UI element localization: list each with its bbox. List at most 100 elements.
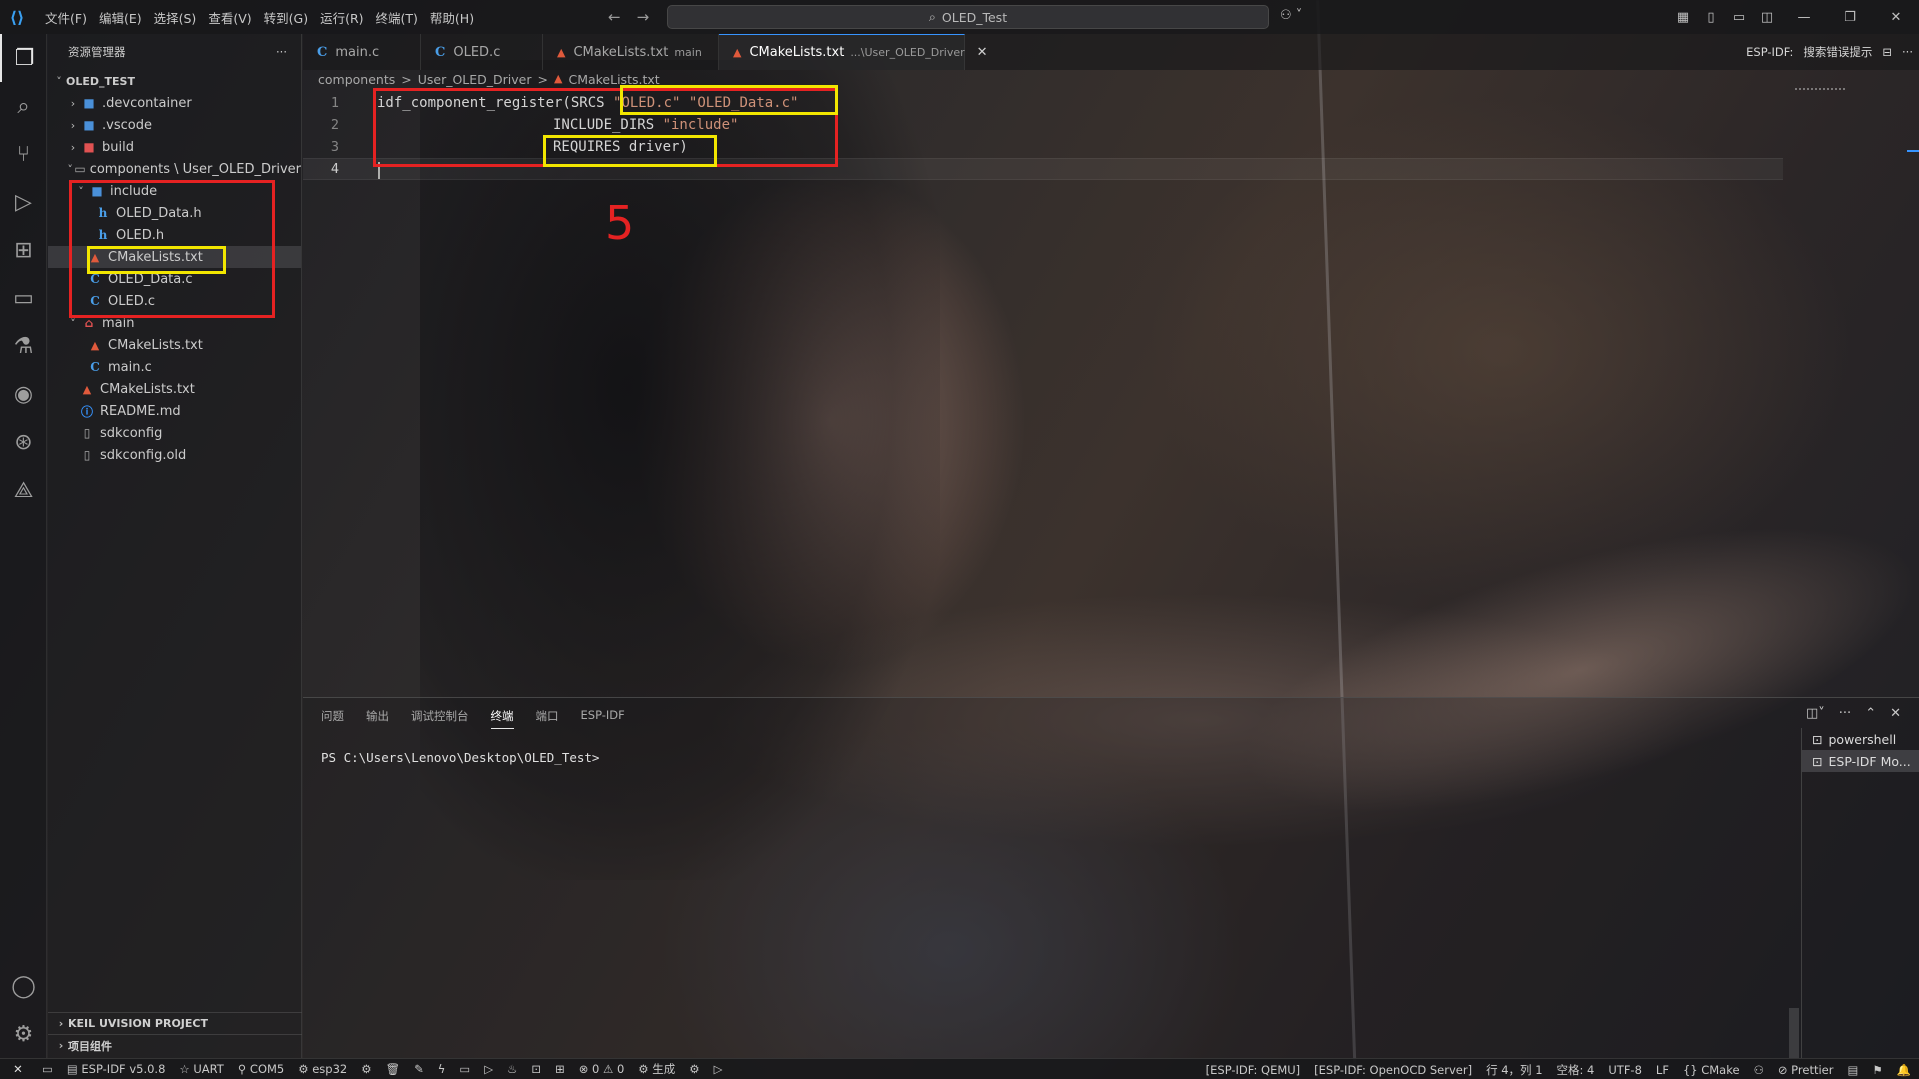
menu-view[interactable]: 查看(V) [203, 4, 256, 31]
explorer-icon[interactable]: ❐ [0, 34, 47, 82]
terminal-item-esp-idf[interactable]: ⊡ ESP-IDF Mo... [1802, 750, 1919, 772]
monitor-icon[interactable]: ▭ [459, 1062, 470, 1076]
run-icon[interactable]: ▷ [714, 1062, 723, 1076]
platformio-icon[interactable]: ◉ [0, 370, 47, 418]
toggle-sidebar-icon[interactable]: ▯ [1697, 10, 1725, 25]
tree-item-build[interactable]: › ■ build [48, 136, 301, 158]
accounts-status-icon[interactable]: ⚑ [1872, 1063, 1882, 1077]
status-esp-idf-version[interactable]: ▤ ESP-IDF v5.0.8 [67, 1062, 166, 1076]
section-keil-uvision[interactable]: › KEIL UVISION PROJECT [48, 1012, 302, 1034]
copilot-icon[interactable]: ⚇ ˅ [1280, 8, 1302, 23]
toggle-secondary-sidebar-icon[interactable]: ◫ [1753, 10, 1781, 25]
tree-item-cmakelists-root[interactable]: ▲ CMakeLists.txt [48, 378, 301, 400]
feedback-icon[interactable]: ▤ [1847, 1063, 1858, 1077]
status-uart[interactable]: ☆ UART [179, 1062, 223, 1076]
search-error-hint-button[interactable]: 搜索错误提示 [1803, 44, 1872, 60]
menu-selection[interactable]: 选择(S) [149, 4, 202, 31]
menu-file[interactable]: 文件(F) [40, 4, 92, 31]
tree-item-cmakelists-main[interactable]: ▲ CMakeLists.txt [48, 334, 301, 356]
remote-indicator-icon[interactable]: ✕ [0, 1059, 36, 1079]
more-actions-icon[interactable]: ··· [1839, 706, 1851, 721]
flame-icon[interactable]: ♨ [507, 1062, 517, 1076]
terminal-prompt[interactable]: PS C:\Users\Lenovo\Desktop\OLED_Test> [321, 750, 599, 765]
search-view-icon[interactable]: ⌕ [0, 82, 47, 130]
menu-run[interactable]: 运行(R) [315, 4, 368, 31]
breadcrumb-item[interactable]: components [318, 72, 395, 87]
tree-item-main-c[interactable]: Cmain.c [48, 356, 301, 378]
run-debug-icon[interactable]: ▷ [0, 178, 47, 226]
status-cursor-position[interactable]: 行 4，列 1 [1486, 1062, 1542, 1078]
tab-oled-c[interactable]: C OLED.c [421, 34, 543, 70]
cmd-icon[interactable]: ⊞ [555, 1062, 565, 1076]
minimap[interactable] [1795, 88, 1845, 94]
tree-item-devcontainer[interactable]: › ■ .devcontainer [48, 92, 301, 114]
menu-terminal[interactable]: 终端(T) [371, 4, 423, 31]
tab-main-c[interactable]: C main.c [303, 34, 421, 70]
tree-item-vscode[interactable]: › ■ .vscode [48, 114, 301, 136]
extensions-icon[interactable]: ⊞ [0, 226, 47, 274]
back-arrow-icon[interactable]: ← [608, 8, 621, 26]
status-target[interactable]: ⚙ esp32 [298, 1062, 347, 1076]
debug-gear-icon[interactable]: ⚙ [689, 1062, 699, 1076]
status-qemu[interactable]: [ESP-IDF: QEMU] [1206, 1063, 1301, 1077]
tab-cmakelists-main[interactable]: ▲ CMakeLists.txt main [543, 34, 719, 70]
close-window-icon[interactable]: ✕ [1873, 10, 1919, 25]
panel-tab-debug-console[interactable]: 调试控制台 [411, 708, 469, 729]
breadcrumb-item[interactable]: User_OLED_Driver [418, 72, 532, 87]
tree-item-sdkconfig-old[interactable]: ▯ sdkconfig.old [48, 444, 301, 466]
status-build[interactable]: ⚙ 生成 [638, 1061, 675, 1077]
source-control-icon[interactable]: ⑂ [0, 130, 47, 178]
tab-cmakelists-driver[interactable]: ▲ CMakeLists.txt ...\User_OLED_Driver ✕ [719, 34, 988, 70]
terminal-open-icon[interactable]: ⊡ [531, 1062, 541, 1076]
terminal-item-powershell[interactable]: ⊡ powershell [1802, 728, 1919, 750]
build-icon[interactable]: ✎ [414, 1062, 424, 1076]
layout-customize-icon[interactable]: ▦ [1669, 10, 1697, 25]
panel-tab-problems[interactable]: 问题 [321, 708, 344, 729]
minimize-icon[interactable]: — [1781, 10, 1827, 25]
split-terminal-icon[interactable]: ◫˅ [1806, 706, 1825, 721]
trash-icon[interactable]: 🗑 [386, 1062, 401, 1076]
panel-tab-esp-idf[interactable]: ESP-IDF [581, 708, 625, 729]
status-language[interactable]: {} CMake [1683, 1063, 1740, 1077]
tree-item-readme[interactable]: ⓘ README.md [48, 400, 301, 422]
close-tab-icon[interactable]: ✕ [977, 45, 988, 60]
maximize-panel-icon[interactable]: ⌃ [1865, 706, 1876, 721]
flash-icon[interactable]: ϟ [438, 1062, 446, 1076]
panel-tab-terminal[interactable]: 终端 [490, 708, 514, 729]
status-problems[interactable]: ⊗ 0 ⚠ 0 [579, 1062, 625, 1076]
status-openocd[interactable]: [ESP-IDF: OpenOCD Server] [1314, 1063, 1472, 1077]
status-prettier[interactable]: ⊘ Prettier [1778, 1063, 1834, 1077]
tree-root[interactable]: ˅ OLED_TEST [48, 70, 301, 92]
notifications-bell-icon[interactable]: 🔔 [1897, 1063, 1911, 1077]
status-port[interactable]: ⚲ COM5 [238, 1062, 284, 1076]
more-actions-icon[interactable]: ··· [276, 45, 287, 59]
menu-edit[interactable]: 编辑(E) [94, 4, 147, 31]
copilot-status-icon[interactable]: ⚇ [1754, 1063, 1764, 1077]
status-eol[interactable]: LF [1656, 1063, 1669, 1077]
debug-icon[interactable]: ▷ [484, 1062, 493, 1076]
split-editor-icon[interactable]: ⊟ [1882, 45, 1892, 59]
panel-tab-ports[interactable]: 端口 [536, 708, 559, 729]
remote-explorer-icon[interactable]: ▭ [0, 274, 47, 322]
keil-icon[interactable]: ⟁ [0, 466, 47, 514]
tree-item-sdkconfig[interactable]: ▯ sdkconfig [48, 422, 301, 444]
close-panel-icon[interactable]: ✕ [1890, 706, 1901, 721]
accounts-icon[interactable]: ◯ [0, 962, 47, 1010]
code-editor[interactable]: 1 idf_component_register(SRCS "OLED.c" "… [303, 92, 1919, 692]
section-project-components[interactable]: › 项目组件 [48, 1034, 302, 1056]
more-actions-icon[interactable]: ··· [1902, 45, 1913, 59]
toggle-panel-icon[interactable]: ▭ [1725, 10, 1753, 25]
command-center-search[interactable]: ⌕ OLED_Test [667, 5, 1269, 29]
menu-help[interactable]: 帮助(H) [425, 4, 479, 31]
settings-icon[interactable]: ⚙ [361, 1062, 371, 1076]
restore-icon[interactable]: ❐ [1827, 10, 1873, 25]
esp-idf-icon[interactable]: ⊛ [0, 418, 47, 466]
panel-tab-output[interactable]: 输出 [366, 708, 389, 729]
terminal-scrollbar[interactable] [1789, 1008, 1799, 1058]
tree-item-components[interactable]: ˅ ▭ components \ User_OLED_Driver [48, 158, 301, 180]
menu-go[interactable]: 转到(G) [259, 4, 313, 31]
sdk-config-icon[interactable]: ▭ [42, 1062, 53, 1076]
testing-icon[interactable]: ⚗ [0, 322, 47, 370]
forward-arrow-icon[interactable]: → [637, 8, 650, 26]
status-indentation[interactable]: 空格: 4 [1557, 1062, 1595, 1078]
